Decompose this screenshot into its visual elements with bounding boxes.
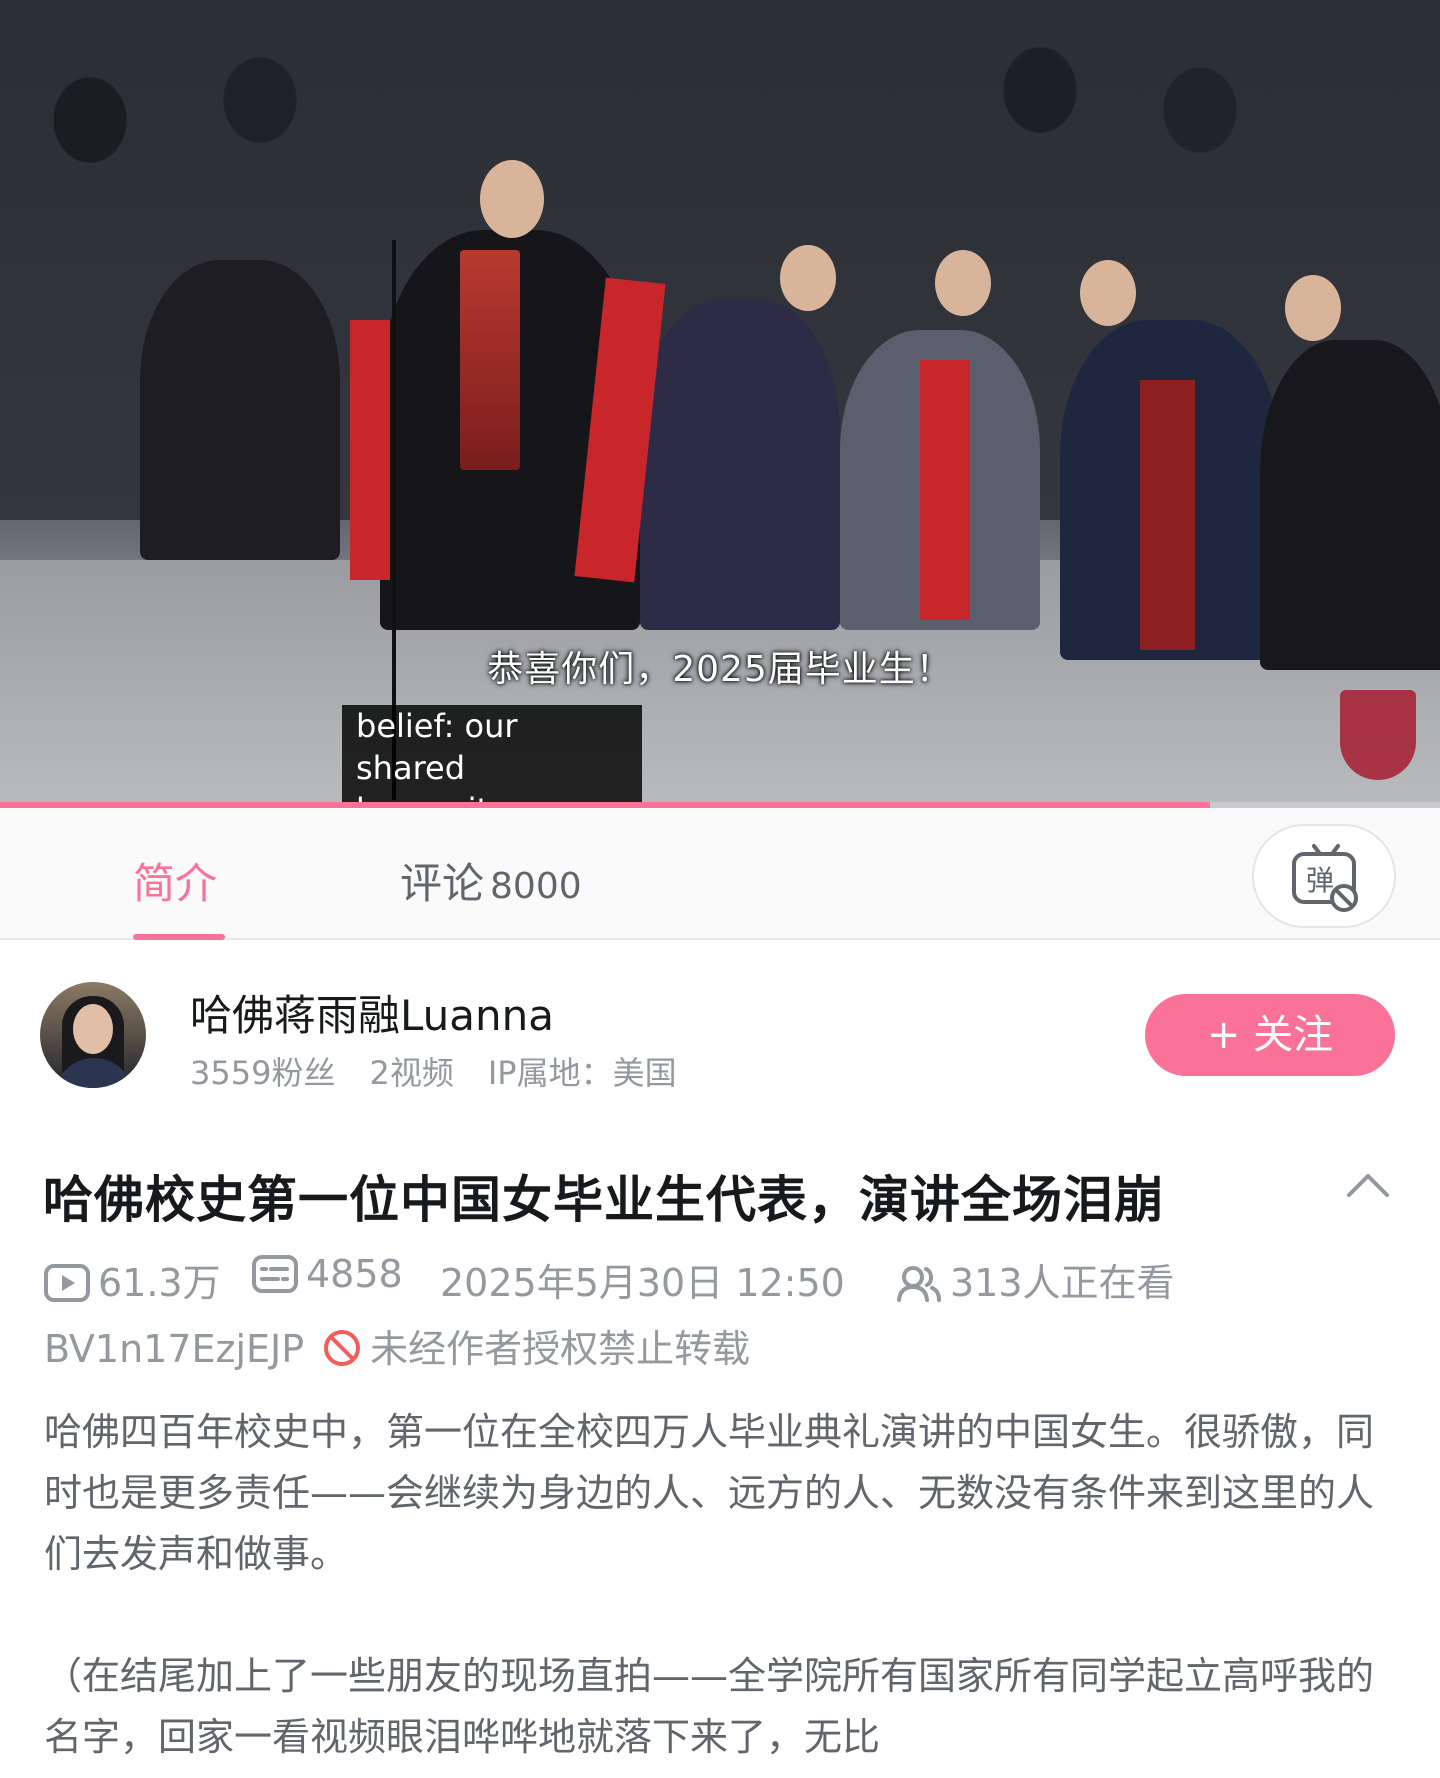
avatar-face bbox=[73, 1004, 113, 1054]
video-frame-figure bbox=[640, 300, 840, 630]
tab-active-indicator bbox=[133, 934, 225, 940]
tab-comments-label: 评论 bbox=[400, 859, 485, 908]
view-count: 61.3万 bbox=[44, 1252, 221, 1307]
video-frame-sash bbox=[920, 360, 970, 620]
video-frame-head bbox=[935, 250, 991, 316]
video-frame-sash bbox=[350, 320, 390, 580]
uploader-videos: 2视频 bbox=[369, 1054, 454, 1092]
tab-bar: 简介 评论 8000 弹 bbox=[0, 808, 1440, 940]
uploader-ip-location: IP属地：美国 bbox=[487, 1054, 677, 1092]
copyright-notice: 未经作者授权禁止转载 bbox=[370, 1327, 751, 1371]
video-frame-head bbox=[1080, 260, 1136, 326]
video-player[interactable]: 恭喜你们，2025届毕业生！ belief: our shared humani… bbox=[0, 0, 1440, 808]
uploader-stats: 3559粉丝 2视频 IP属地：美国 bbox=[190, 1048, 711, 1094]
danmaku-count-icon bbox=[252, 1255, 298, 1293]
video-frame-head bbox=[780, 245, 836, 311]
video-title: 哈佛校史第一位中国女毕业生代表，演讲全场泪崩 bbox=[43, 1171, 1165, 1229]
video-frame-sash bbox=[1140, 380, 1195, 650]
follow-button[interactable]: + 关注 bbox=[1145, 994, 1395, 1076]
tab-intro-label: 简介 bbox=[133, 859, 218, 908]
no-repost-icon bbox=[324, 1330, 361, 1366]
watching-now-value: 313人正在看 bbox=[950, 1261, 1175, 1305]
uploader-avatar[interactable] bbox=[40, 982, 146, 1088]
uploader-name[interactable]: 哈佛蒋雨融Luanna bbox=[190, 982, 554, 1043]
danmaku-subtitle: 恭喜你们，2025届毕业生！ bbox=[487, 649, 953, 690]
play-count-icon bbox=[44, 1264, 90, 1302]
danmaku-off-icon: 弹 bbox=[1292, 844, 1358, 912]
view-count-value: 61.3万 bbox=[98, 1261, 221, 1305]
tab-comments[interactable]: 评论 8000 bbox=[400, 850, 582, 911]
harvard-shield-logo bbox=[1340, 690, 1416, 780]
video-frame-head bbox=[1285, 275, 1341, 341]
tab-comments-count: 8000 bbox=[490, 866, 582, 907]
video-frame-head bbox=[480, 160, 544, 238]
bvid: BV1n17EzjEJP bbox=[44, 1327, 305, 1371]
danmaku-toggle-button[interactable]: 弹 bbox=[1252, 824, 1396, 928]
chevron-up-icon[interactable] bbox=[1346, 1172, 1390, 1198]
description-fade-overlay bbox=[1060, 1710, 1440, 1778]
svg-text:弹: 弹 bbox=[1306, 864, 1334, 897]
video-frame-figure bbox=[1260, 340, 1440, 670]
uploader-fans: 3559粉丝 bbox=[190, 1054, 336, 1092]
people-watching-icon bbox=[897, 1266, 941, 1302]
tab-intro[interactable]: 简介 bbox=[133, 850, 217, 911]
video-frame-stole bbox=[460, 250, 520, 470]
publish-time: 2025年5月30日 12:50 bbox=[440, 1261, 845, 1305]
watching-now: 313人正在看 bbox=[896, 1252, 1175, 1307]
danmaku-count-value: 4858 bbox=[306, 1252, 403, 1296]
video-frame-figure bbox=[140, 260, 340, 560]
danmaku-count: 4858 bbox=[252, 1252, 403, 1296]
video-id-row: BV1n17EzjEJP 未经作者授权禁止转载 bbox=[44, 1318, 750, 1373]
description-paragraph: 哈佛四百年校史中，第一位在全校四万人毕业典礼演讲的中国女生。很骄傲，同时也是更多… bbox=[44, 1410, 1375, 1576]
video-caption: belief: our shared humanity. bbox=[342, 705, 642, 808]
